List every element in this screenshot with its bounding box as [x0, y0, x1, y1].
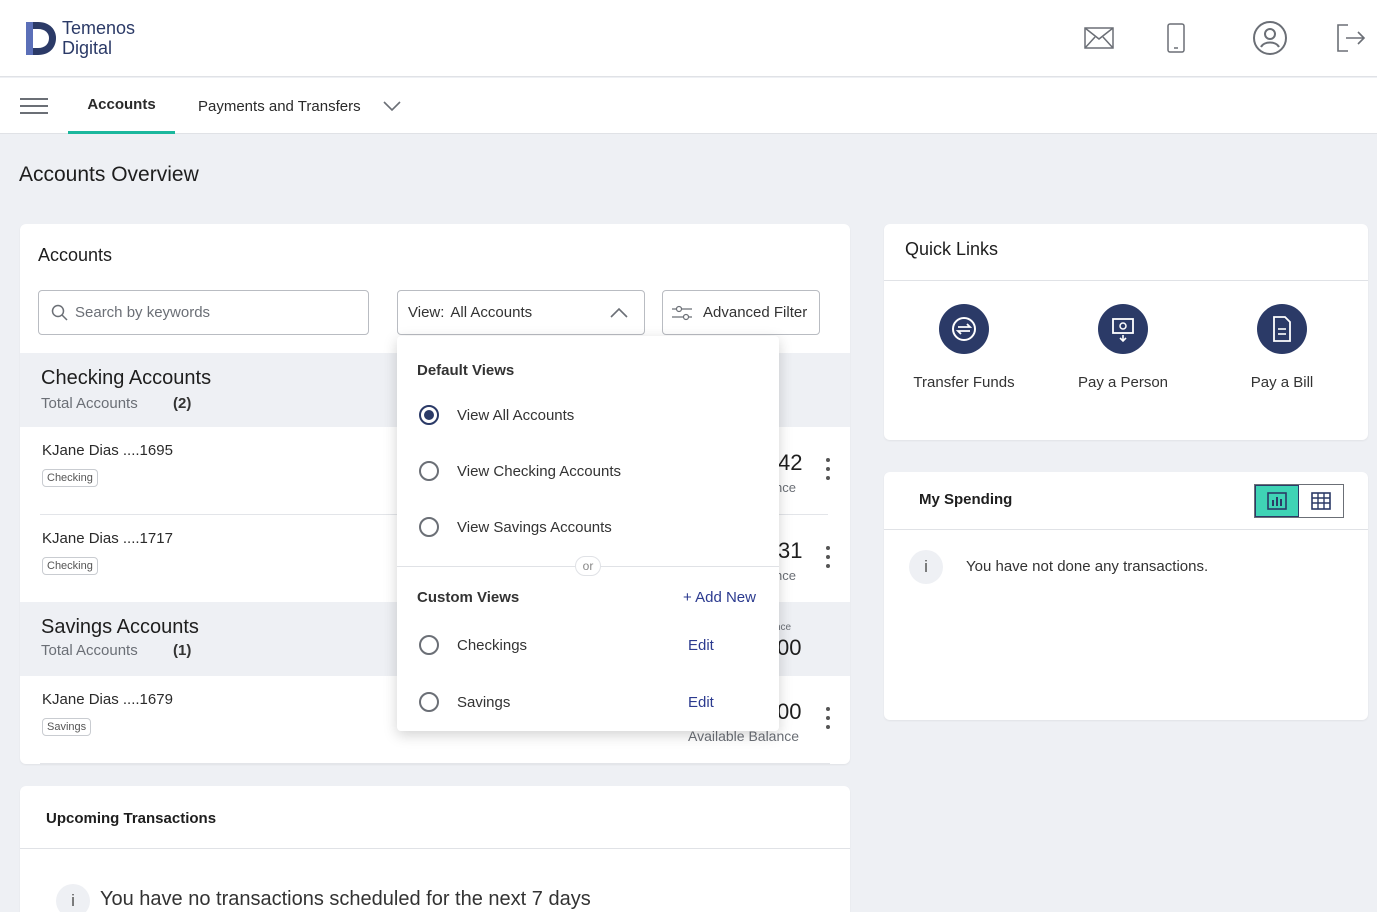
spending-view-toggle	[1254, 484, 1344, 518]
table-view-icon[interactable]	[1299, 485, 1343, 517]
option-view-savings-accounts[interactable]: View Savings Accounts	[419, 515, 612, 539]
menu-icon[interactable]	[20, 98, 48, 114]
mail-icon[interactable]	[1081, 20, 1117, 56]
account-balance: 31	[778, 538, 803, 563]
radio-icon	[419, 692, 439, 712]
view-select-label: View:	[408, 304, 445, 321]
top-header: Temenos Digital	[0, 0, 1377, 77]
quick-links-title: Quick Links	[905, 239, 999, 259]
option-view-all-accounts[interactable]: View All Accounts	[419, 403, 574, 427]
edit-savings-link[interactable]: Edit	[688, 694, 714, 711]
filter-sliders-icon	[672, 305, 692, 320]
option-label: View Savings Accounts	[457, 518, 612, 536]
group-total-label: Total Accounts	[41, 395, 138, 412]
pay-person-icon	[1098, 304, 1148, 354]
group-name: Checking Accounts	[41, 367, 212, 389]
advanced-filter-button[interactable]: Advanced Filter	[662, 290, 820, 335]
profile-icon[interactable]	[1252, 20, 1288, 56]
advanced-filter-label: Advanced Filter	[703, 304, 808, 321]
group-total-count: (1)	[173, 642, 192, 659]
page-title: Accounts Overview	[19, 163, 199, 186]
option-label: View Checking Accounts	[457, 462, 621, 480]
edit-checkings-link[interactable]: Edit	[688, 637, 714, 654]
account-balance: 00	[777, 699, 802, 724]
radio-icon	[419, 635, 439, 655]
search-input[interactable]	[75, 304, 345, 321]
brand-name: Temenos Digital	[62, 18, 135, 58]
more-options-icon[interactable]	[824, 546, 832, 572]
view-select[interactable]: View: All Accounts	[397, 290, 645, 335]
tab-payments-label: Payments and Transfers	[198, 97, 361, 115]
more-options-icon[interactable]	[824, 707, 832, 733]
option-custom-checkings[interactable]: Checkings	[419, 633, 527, 657]
radio-icon	[419, 461, 439, 481]
add-new-view-link[interactable]: + Add New	[683, 589, 756, 606]
mobile-icon[interactable]	[1158, 20, 1194, 56]
upcoming-title: Upcoming Transactions	[46, 810, 217, 827]
tab-accounts[interactable]: Accounts	[68, 78, 175, 134]
account-type-tag: Savings	[42, 718, 92, 736]
search-box[interactable]	[38, 290, 369, 335]
logout-icon[interactable]	[1332, 20, 1368, 56]
my-spending-card: My Spending i You have not done any tran…	[884, 472, 1368, 720]
bill-icon	[1257, 304, 1307, 354]
upcoming-transactions-card: Upcoming Transactions i You have no tran…	[20, 786, 850, 912]
upcoming-empty-message: You have no transactions scheduled for t…	[100, 888, 591, 910]
chevron-up-icon	[610, 307, 628, 318]
account-name: KJane Dias ....1717	[42, 530, 173, 547]
radio-selected-icon	[419, 405, 439, 425]
view-dropdown: Default Views View All Accounts View Che…	[397, 336, 779, 731]
option-view-checking-accounts[interactable]: View Checking Accounts	[419, 459, 621, 483]
main-nav: Accounts Payments and Transfers	[0, 78, 1377, 134]
more-options-icon[interactable]	[824, 458, 832, 484]
custom-views-title: Custom Views	[417, 589, 520, 606]
info-icon: i	[909, 550, 943, 584]
group-balance: 00	[777, 635, 802, 660]
my-spending-title: My Spending	[919, 491, 1013, 508]
option-custom-savings[interactable]: Savings	[419, 690, 510, 714]
account-name: KJane Dias ....1679	[42, 691, 173, 708]
group-total-count: (2)	[173, 395, 192, 412]
logo-mark-icon	[26, 22, 56, 55]
transfer-icon	[939, 304, 989, 354]
group-total-label: Total Accounts	[41, 642, 138, 659]
quick-link-label: Pay a Bill	[1250, 374, 1314, 391]
accounts-card-title: Accounts	[38, 245, 113, 265]
tab-payments-transfers[interactable]: Payments and Transfers	[198, 78, 401, 134]
brand-line2: Digital	[62, 38, 113, 58]
quick-link-pay-a-person[interactable]: Pay a Person	[1053, 304, 1193, 391]
group-name: Savings Accounts	[41, 616, 199, 638]
chevron-down-icon	[383, 101, 401, 112]
quick-link-transfer-funds[interactable]: Transfer Funds	[894, 304, 1034, 391]
brand-line1: Temenos	[62, 18, 136, 38]
or-separator: or	[575, 556, 601, 576]
default-views-title: Default Views	[417, 362, 515, 379]
quick-link-label: Pay a Person	[1077, 374, 1169, 391]
account-type-tag: Checking	[42, 469, 98, 487]
account-name: KJane Dias ....1695	[42, 442, 173, 459]
option-label: Savings	[457, 693, 511, 711]
brand-logo[interactable]: Temenos Digital	[24, 18, 135, 58]
account-balance: 42	[778, 450, 803, 475]
quick-link-pay-a-bill[interactable]: Pay a Bill	[1212, 304, 1352, 391]
account-type-tag: Checking	[42, 557, 98, 575]
option-label: Checkings	[457, 636, 528, 654]
option-label: View All Accounts	[457, 406, 575, 424]
search-icon	[51, 304, 68, 321]
spending-empty-message: You have not done any transactions.	[966, 558, 1209, 575]
radio-icon	[419, 517, 439, 537]
view-select-value: All Accounts	[450, 304, 533, 321]
quick-link-label: Transfer Funds	[913, 374, 1015, 391]
quick-links-card: Quick Links Transfer Funds Pay a Person …	[884, 224, 1368, 440]
chart-view-icon[interactable]	[1255, 485, 1299, 517]
info-icon: i	[56, 884, 90, 912]
